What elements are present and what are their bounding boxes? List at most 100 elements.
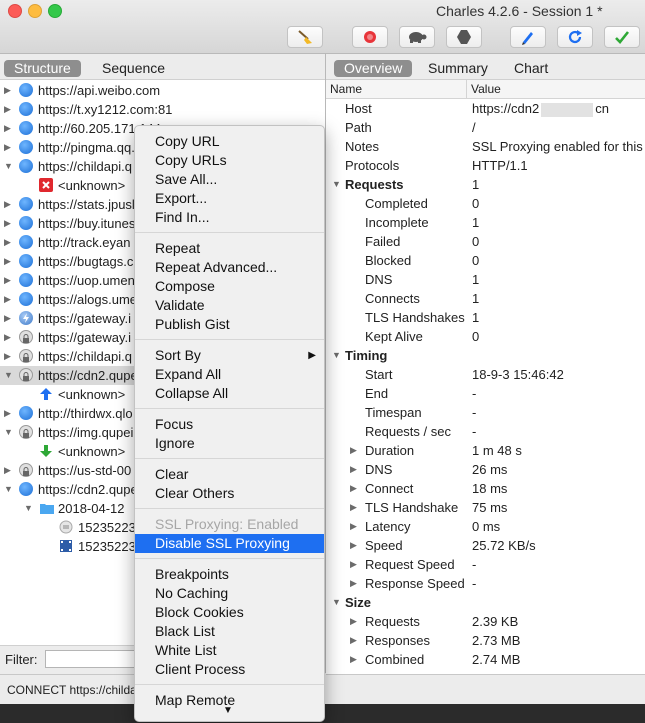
disclosure-collapsed-icon[interactable]: ▶ [4, 271, 11, 290]
tab-overview[interactable]: Overview [334, 60, 413, 77]
menu-item-ignore[interactable]: Ignore [135, 434, 324, 453]
repeat-button[interactable] [557, 26, 593, 48]
disclosure-collapsed-icon[interactable]: ▶ [4, 214, 11, 233]
menu-item-clear-others[interactable]: Clear Others [135, 484, 324, 503]
column-header-value[interactable]: Value [471, 82, 501, 96]
disclosure-collapsed-icon[interactable]: ▶ [350, 612, 357, 631]
property-row[interactable]: Protocols HTTP/1.1 [326, 156, 645, 175]
disclosure-collapsed-icon[interactable]: ▶ [4, 309, 11, 328]
disclosure-collapsed-icon[interactable]: ▶ [350, 650, 357, 669]
disclosure-collapsed-icon[interactable]: ▶ [4, 404, 11, 423]
property-row[interactable]: ▶ Latency 0 ms [326, 517, 645, 536]
property-row[interactable]: ▶ TLS Handshake 75 ms [326, 498, 645, 517]
close-window-button[interactable] [8, 4, 22, 18]
disclosure-collapsed-icon[interactable]: ▶ [4, 290, 11, 309]
record-button[interactable] [352, 26, 388, 48]
property-row[interactable]: ▶ Responses 2.73 MB [326, 631, 645, 650]
property-row[interactable]: ▶ Combined 2.74 MB [326, 650, 645, 669]
menu-item-focus[interactable]: Focus [135, 415, 324, 434]
disclosure-expanded-icon[interactable]: ▼ [4, 480, 13, 499]
disclosure-collapsed-icon[interactable]: ▶ [350, 631, 357, 650]
property-row[interactable]: Timespan - [326, 403, 645, 422]
disclosure-collapsed-icon[interactable]: ▶ [4, 100, 11, 119]
disclosure-collapsed-icon[interactable]: ▶ [350, 479, 357, 498]
disclosure-collapsed-icon[interactable]: ▶ [350, 460, 357, 479]
menu-item-no-caching[interactable]: No Caching [135, 584, 324, 603]
tab-sequence[interactable]: Sequence [92, 60, 175, 77]
menu-item-breakpoints[interactable]: Breakpoints [135, 565, 324, 584]
property-row[interactable]: Path / [326, 118, 645, 137]
menu-item-validate[interactable]: Validate [135, 296, 324, 315]
disclosure-collapsed-icon[interactable]: ▶ [4, 138, 11, 157]
menu-item-export[interactable]: Export... [135, 189, 324, 208]
property-row[interactable]: TLS Handshakes 1 [326, 308, 645, 327]
property-row[interactable]: Connects 1 [326, 289, 645, 308]
menu-item-white-list[interactable]: White List [135, 641, 324, 660]
menu-item-collapse-all[interactable]: Collapse All [135, 384, 324, 403]
disclosure-expanded-icon[interactable]: ▼ [4, 157, 13, 176]
menu-item-disable-ssl-proxying[interactable]: Disable SSL Proxying [135, 534, 324, 553]
disclosure-collapsed-icon[interactable]: ▶ [350, 555, 357, 574]
property-row[interactable]: Notes SSL Proxying enabled for this h [326, 137, 645, 156]
disclosure-expanded-icon[interactable]: ▼ [24, 499, 33, 518]
disclosure-collapsed-icon[interactable]: ▶ [350, 536, 357, 555]
disclosure-collapsed-icon[interactable]: ▶ [4, 195, 11, 214]
disclosure-collapsed-icon[interactable]: ▶ [4, 328, 11, 347]
tab-summary[interactable]: Summary [418, 60, 498, 77]
property-row[interactable]: ▶ Duration 1 m 48 s [326, 441, 645, 460]
property-row[interactable]: ▶ Request Speed - [326, 555, 645, 574]
menu-item-sort-by[interactable]: Sort By ▶ [135, 346, 324, 365]
disclosure-expanded-icon[interactable]: ▼ [332, 175, 341, 194]
throttle-button[interactable] [399, 26, 435, 48]
disclosure-expanded-icon[interactable]: ▼ [4, 366, 13, 385]
property-row[interactable]: DNS 1 [326, 270, 645, 289]
disclosure-collapsed-icon[interactable]: ▶ [350, 574, 357, 593]
property-row[interactable]: Failed 0 [326, 232, 645, 251]
property-row[interactable]: Requests / sec - [326, 422, 645, 441]
property-row[interactable]: ▶ Speed 25.72 KB/s [326, 536, 645, 555]
menu-scroll-down-icon[interactable]: ▼ [223, 705, 233, 716]
column-divider[interactable] [466, 80, 467, 98]
property-row[interactable]: Host https://cdn2 cn [326, 99, 645, 118]
validate-button[interactable] [604, 26, 640, 48]
filter-input[interactable] [45, 650, 145, 668]
menu-item-publish-gist[interactable]: Publish Gist [135, 315, 324, 334]
menu-item-copy-urls[interactable]: Copy URLs [135, 151, 324, 170]
column-header-name[interactable]: Name [330, 82, 362, 96]
menu-item-client-process[interactable]: Client Process [135, 660, 324, 679]
disclosure-collapsed-icon[interactable]: ▶ [4, 461, 11, 480]
tab-structure[interactable]: Structure [4, 60, 81, 77]
menu-item-repeat[interactable]: Repeat [135, 239, 324, 258]
menu-item-save-all[interactable]: Save All... [135, 170, 324, 189]
disclosure-collapsed-icon[interactable]: ▶ [350, 441, 357, 460]
disclosure-collapsed-icon[interactable]: ▶ [4, 119, 11, 138]
menu-item-find-in[interactable]: Find In... [135, 208, 324, 227]
property-row[interactable]: ▶ DNS 26 ms [326, 460, 645, 479]
property-row[interactable]: End - [326, 384, 645, 403]
menu-item-expand-all[interactable]: Expand All [135, 365, 324, 384]
property-row[interactable]: Completed 0 [326, 194, 645, 213]
property-row[interactable]: ▶ Requests 2.39 KB [326, 612, 645, 631]
menu-item-compose[interactable]: Compose [135, 277, 324, 296]
disclosure-collapsed-icon[interactable]: ▶ [4, 252, 11, 271]
property-row[interactable]: ▶ Response Speed - [326, 574, 645, 593]
disclosure-collapsed-icon[interactable]: ▶ [4, 81, 11, 100]
disclosure-collapsed-icon[interactable]: ▶ [350, 498, 357, 517]
property-row[interactable]: ▶ Connect 18 ms [326, 479, 645, 498]
property-row[interactable]: Start 18-9-3 15:46:42 [326, 365, 645, 384]
menu-item-repeat-advanced[interactable]: Repeat Advanced... [135, 258, 324, 277]
zoom-window-button[interactable] [48, 4, 62, 18]
minimize-window-button[interactable] [28, 4, 42, 18]
clear-session-button[interactable] [287, 26, 323, 48]
breakpoints-button[interactable] [446, 26, 482, 48]
disclosure-expanded-icon[interactable]: ▼ [332, 346, 341, 365]
disclosure-expanded-icon[interactable]: ▼ [4, 423, 13, 442]
property-row[interactable]: Blocked 0 [326, 251, 645, 270]
property-row[interactable]: Incomplete 1 [326, 213, 645, 232]
tree-row[interactable]: ▶ https://t.xy1212.com:81 [0, 100, 325, 119]
tab-chart[interactable]: Chart [504, 60, 558, 77]
section-row[interactable]: ▼ Timing [326, 346, 645, 365]
menu-item-block-cookies[interactable]: Block Cookies [135, 603, 324, 622]
disclosure-collapsed-icon[interactable]: ▶ [4, 347, 11, 366]
property-row[interactable]: Kept Alive 0 [326, 327, 645, 346]
